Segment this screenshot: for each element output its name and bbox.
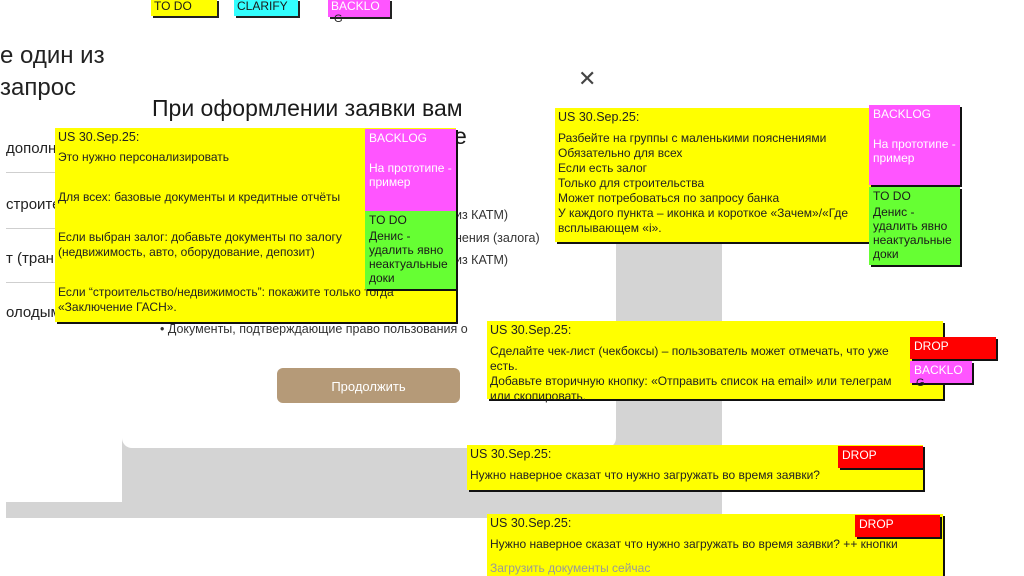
legend-todo-tag: TO DO — [151, 0, 217, 16]
note-1-todo-label: TO DO — [369, 213, 407, 227]
note-1-todo-text: Денис - удалить явно неактуальные доки — [369, 229, 448, 285]
note-5-drop-badge: DROP — [855, 515, 940, 537]
note-4-drop-badge: DROP — [838, 446, 923, 468]
modal-title-line1: При оформлении заявки вам — [152, 95, 463, 121]
note-1-backlog-badge: BACKLOG На прототипе - пример — [365, 129, 456, 211]
note-2-todo-text: Денис - удалить явно неактуальные доки — [873, 205, 952, 261]
note-3-line-3: Добавьте вторичную кнопку: «Отправить сп… — [490, 374, 892, 388]
note-1-todo-badge: TO DO Денис - удалить явно неактуальные … — [365, 211, 456, 289]
note-2-backlog-text: На прототипе - пример — [873, 137, 956, 165]
note-3-drop-badge: DROP — [910, 337, 996, 359]
note-3-line-1: Сделайте чек-лист (чекбоксы) – пользоват… — [490, 344, 889, 358]
note-1-line-6: «Заключение ГАСН». — [58, 300, 177, 314]
legend-clarify-tag: CLARIFY — [234, 0, 298, 16]
note-3-line-2: есть. — [490, 359, 518, 373]
note-2-todo-badge: TO DO Денис - удалить явно неактуальные … — [869, 187, 960, 265]
continue-button[interactable]: Продолжить — [277, 368, 460, 403]
note-3-backlog-overflow: G — [916, 377, 925, 389]
note-4-line: Нужно наверное сказат что нужно загружат… — [470, 468, 820, 482]
note-1-backlog-label: BACKLOG — [369, 131, 428, 145]
note-5-line: Нужно наверное сказат что нужно загружат… — [490, 537, 898, 551]
background-heading-line1: е один из — [0, 42, 105, 69]
legend-backlog-text: BACKLO — [331, 0, 380, 13]
note-2-todo-label: TO DO — [873, 189, 911, 203]
modal-bullet-2: нения (залога) — [455, 231, 540, 245]
note-3-line-4: или скопировать. — [490, 389, 587, 403]
legend-backlog-overflow: G — [334, 13, 343, 25]
sticky-note-3: US 30.Sep.25: Сделайте чек-лист (чекбокс… — [487, 321, 943, 403]
note-2-backlog-label: BACKLOG — [873, 107, 932, 121]
background-heading-line2: запрос — [0, 74, 77, 101]
modal-bullet-3: из КАТМ) — [455, 253, 509, 267]
note-3-header: US 30.Sep.25: — [490, 323, 572, 337]
modal-bullet-1: из КАТМ) — [455, 208, 509, 222]
modal-bullet-4: • Документы, подтверждающие право пользо… — [160, 322, 468, 336]
note-2-backlog-badge: BACKLOG На прототипе - пример — [869, 105, 960, 185]
note-1-backlog-text: На прототипе - пример — [369, 161, 452, 189]
close-icon[interactable]: ✕ — [578, 66, 596, 92]
